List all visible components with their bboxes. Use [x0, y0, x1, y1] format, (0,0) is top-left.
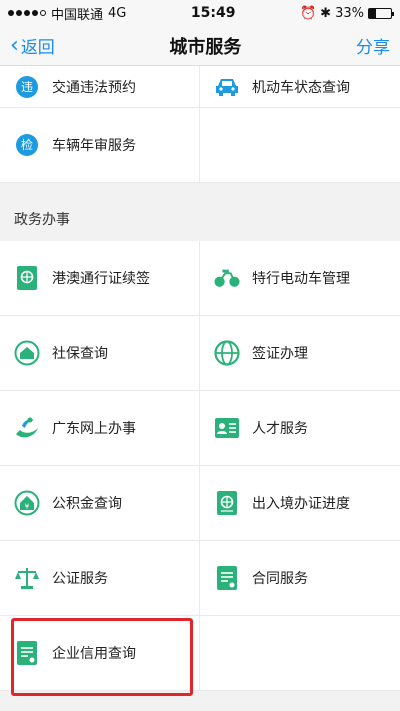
svg-text:违: 违 — [21, 80, 33, 94]
service-label: 企业信用查询 — [52, 646, 136, 662]
entry-exit-icon — [214, 490, 240, 516]
chevron-left-icon: ‹ — [10, 32, 19, 58]
battery-icon — [367, 7, 394, 19]
service-label: 合同服务 — [252, 571, 308, 587]
service-label: 签证办理 — [252, 346, 308, 362]
globe-icon — [214, 340, 240, 366]
passport-icon — [14, 265, 40, 291]
scales-icon — [14, 565, 40, 591]
service-social-security[interactable]: 社保查询 — [0, 316, 200, 391]
service-housing-fund[interactable]: ¥ 公积金查询 — [0, 466, 200, 541]
service-grid-government: 港澳通行证续签 特行电动车管理 社保查询 签证办理 广东网上办事 人才服务 ¥ — [0, 241, 400, 691]
social-security-icon — [14, 340, 40, 366]
service-notary[interactable]: 公证服务 — [0, 541, 200, 616]
housing-fund-icon: ¥ — [14, 490, 40, 516]
page-title: 城市服务 — [169, 36, 242, 58]
service-enterprise-credit[interactable]: 企业信用查询 — [0, 616, 200, 691]
service-label: 出入境办证进度 — [252, 496, 350, 512]
navigation-bar: ‹ 返回 城市服务 分享 — [0, 26, 400, 66]
inspection-icon: 检 — [14, 132, 40, 158]
service-entry-exit-progress[interactable]: 出入境办证进度 — [200, 466, 400, 541]
contract-icon — [214, 565, 240, 591]
service-label: 公积金查询 — [52, 496, 122, 512]
network-type: 4G — [108, 5, 127, 21]
service-vehicle-status[interactable]: 机动车状态查询 — [200, 66, 400, 108]
traffic-violation-icon: 违 — [14, 74, 40, 100]
clock: 15:49 — [190, 5, 236, 21]
service-label: 社保查询 — [52, 346, 108, 362]
back-label: 返回 — [20, 38, 55, 58]
service-label: 港澳通行证续签 — [52, 271, 150, 287]
empty-cell — [200, 616, 400, 691]
service-label: 机动车状态查询 — [252, 79, 350, 96]
ebike-icon — [214, 265, 240, 291]
bluetooth-icon: ✱ — [320, 5, 332, 21]
svg-text:检: 检 — [21, 137, 33, 152]
battery-percent: 33% — [335, 5, 364, 21]
signal-strength-icon — [8, 10, 46, 16]
id-card-icon — [214, 415, 240, 441]
service-talent[interactable]: 人才服务 — [200, 391, 400, 466]
service-label: 车辆年审服务 — [52, 138, 136, 154]
credit-document-icon — [14, 640, 40, 666]
service-label: 广东网上办事 — [52, 421, 136, 437]
section-title: 政务办事 — [0, 197, 400, 241]
service-label: 公证服务 — [52, 571, 108, 587]
service-visa[interactable]: 签证办理 — [200, 316, 400, 391]
service-annual-inspection[interactable]: 检 车辆年审服务 — [0, 108, 200, 183]
service-guangdong-online[interactable]: 广东网上办事 — [0, 391, 200, 466]
service-label: 交通违法预约 — [52, 79, 136, 96]
carrier-name: 中国联通 — [51, 7, 104, 23]
service-traffic-violation[interactable]: 违 交通违法预约 — [0, 66, 200, 108]
alarm-icon: ⏰ — [299, 5, 317, 21]
service-grid-top: 违 交通违法预约 机动车状态查询 检 车辆年审服务 — [0, 66, 400, 183]
back-button[interactable]: ‹ 返回 — [10, 33, 55, 58]
section-divider — [0, 183, 400, 197]
status-bar: 中国联通 4G 15:49 ⏰ ✱ 33% — [0, 0, 400, 26]
service-label: 人才服务 — [252, 421, 308, 437]
service-label: 特行电动车管理 — [252, 271, 350, 287]
svg-text:¥: ¥ — [25, 503, 30, 511]
guangdong-online-icon — [14, 415, 40, 441]
car-icon — [214, 74, 240, 100]
service-ebike-management[interactable]: 特行电动车管理 — [200, 241, 400, 316]
service-hk-macau-pass[interactable]: 港澳通行证续签 — [0, 241, 200, 316]
share-button[interactable]: 分享 — [356, 33, 390, 58]
service-contract[interactable]: 合同服务 — [200, 541, 400, 616]
empty-cell — [200, 108, 400, 183]
